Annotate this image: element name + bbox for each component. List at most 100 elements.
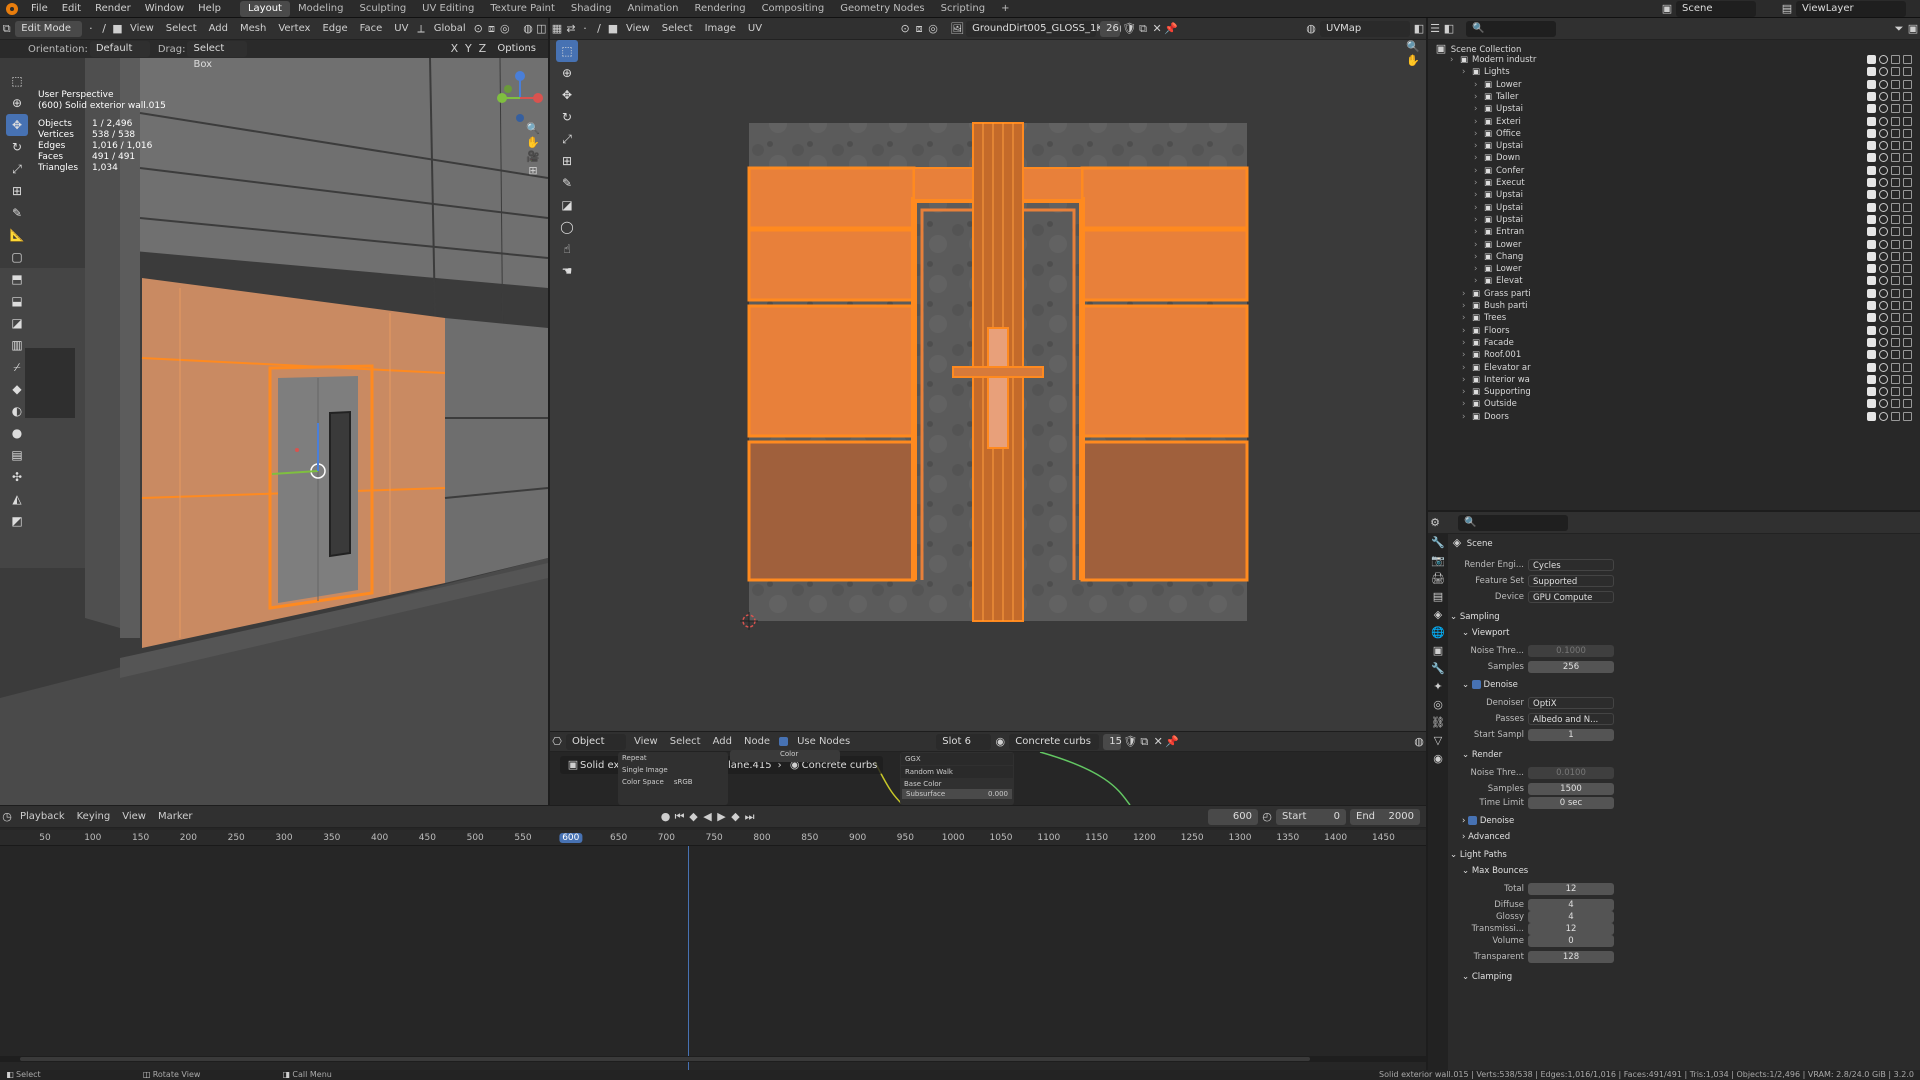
- render-camera-icon[interactable]: [1903, 301, 1912, 310]
- visibility-eye-icon[interactable]: [1879, 116, 1888, 126]
- outliner[interactable]: ☰ ◧ 🔍 ⏷ ▣ ▣ Scene Collection › ▣ Modern in…: [1428, 18, 1920, 510]
- shrink-fatten-tool[interactable]: ✣: [6, 466, 28, 488]
- exclude-checkbox[interactable]: [1867, 214, 1876, 224]
- render-samples-field[interactable]: 1500: [1528, 783, 1614, 795]
- menu-view[interactable]: View: [116, 808, 152, 826]
- exclude-checkbox[interactable]: [1867, 116, 1876, 126]
- viewport-disable-icon[interactable]: [1891, 165, 1900, 175]
- visibility-eye-icon[interactable]: [1879, 301, 1888, 310]
- render-camera-icon[interactable]: [1903, 288, 1912, 298]
- exclude-checkbox[interactable]: [1867, 264, 1876, 274]
- end-frame-field[interactable]: 2000: [1389, 809, 1414, 825]
- visibility-eye-icon[interactable]: [1879, 141, 1888, 151]
- viewport-disable-icon[interactable]: [1891, 362, 1900, 372]
- feature-set-dropdown[interactable]: Supported: [1528, 575, 1614, 587]
- render-camera-icon[interactable]: [1903, 79, 1912, 89]
- outliner-item[interactable]: › ▣ Upstai: [1428, 214, 1920, 226]
- tab-uv-editing[interactable]: UV Editing: [414, 1, 482, 17]
- expand-arrow-icon[interactable]: ›: [1462, 398, 1465, 410]
- expand-arrow-icon[interactable]: ›: [1474, 79, 1477, 91]
- outliner-item[interactable]: › ▣ Grass parti: [1428, 288, 1920, 300]
- visibility-eye-icon[interactable]: [1879, 288, 1888, 298]
- exclude-checkbox[interactable]: [1867, 301, 1876, 310]
- pan-hand-icon[interactable]: ✋: [526, 136, 540, 150]
- add-workspace-button[interactable]: +: [993, 1, 1017, 17]
- expand-arrow-icon[interactable]: ›: [1462, 288, 1465, 300]
- render-camera-icon[interactable]: [1903, 141, 1912, 151]
- outliner-item[interactable]: › ▣ Floors: [1428, 325, 1920, 337]
- visibility-eye-icon[interactable]: [1879, 153, 1888, 163]
- time-limit-field[interactable]: 0 sec: [1528, 797, 1614, 809]
- measure-tool[interactable]: 📐: [6, 224, 28, 246]
- data-tab-icon[interactable]: ▽: [1431, 734, 1445, 748]
- viewport-disable-icon[interactable]: [1891, 387, 1900, 397]
- principled-bsdf-node[interactable]: GGX Random Walk Base Color Subsurface 0.…: [900, 752, 1014, 805]
- viewport-disable-icon[interactable]: [1891, 239, 1900, 249]
- blender-logo-icon[interactable]: [6, 2, 18, 15]
- pin-icon[interactable]: 📌: [1165, 735, 1179, 749]
- render-camera-icon[interactable]: [1903, 153, 1912, 163]
- visibility-eye-icon[interactable]: [1879, 190, 1888, 200]
- render-camera-icon[interactable]: [1903, 387, 1912, 397]
- viewport-disable-icon[interactable]: [1891, 153, 1900, 163]
- tab-animation[interactable]: Animation: [620, 1, 687, 17]
- render-camera-icon[interactable]: [1903, 325, 1912, 335]
- exclude-checkbox[interactable]: [1867, 178, 1876, 187]
- viewport-disable-icon[interactable]: [1891, 104, 1900, 114]
- expand-arrow-icon[interactable]: ›: [1474, 103, 1477, 115]
- render-camera-icon[interactable]: [1903, 128, 1912, 138]
- node-subsurface-method[interactable]: Random Walk: [901, 766, 1013, 778]
- light-paths-panel-header[interactable]: ⌄ Light Paths: [1450, 848, 1620, 862]
- current-frame-field[interactable]: 600: [1208, 808, 1258, 825]
- grid-icon[interactable]: ⊞: [526, 164, 540, 178]
- tab-rendering[interactable]: Rendering: [686, 1, 753, 17]
- menu-mesh[interactable]: Mesh: [234, 20, 272, 38]
- render-camera-icon[interactable]: [1903, 264, 1912, 274]
- render-camera-icon[interactable]: [1903, 276, 1912, 286]
- expand-arrow-icon[interactable]: ›: [1474, 177, 1477, 189]
- orientation-selector[interactable]: Default: [89, 41, 150, 57]
- menu-window[interactable]: Window: [138, 0, 191, 18]
- render-denoise-checkbox[interactable]: [1468, 816, 1478, 825]
- shear-tool[interactable]: ◭: [6, 488, 28, 510]
- exclude-checkbox[interactable]: [1867, 91, 1876, 101]
- exclude-checkbox[interactable]: [1867, 153, 1876, 163]
- exclude-checkbox[interactable]: [1867, 313, 1876, 323]
- visibility-eye-icon[interactable]: [1879, 178, 1888, 187]
- editor-type-icon[interactable]: ☰: [1428, 22, 1442, 36]
- visibility-eye-icon[interactable]: [1879, 227, 1888, 237]
- visibility-eye-icon[interactable]: [1879, 55, 1888, 64]
- viewport-disable-icon[interactable]: [1891, 79, 1900, 89]
- scene-selector[interactable]: Scene: [1676, 1, 1756, 17]
- viewport-disable-icon[interactable]: [1891, 337, 1900, 347]
- scene-tab-icon[interactable]: ◈: [1431, 608, 1445, 622]
- outliner-item[interactable]: › ▣ Lights: [1428, 66, 1920, 78]
- 3d-viewport[interactable]: ⧉ Edit Mode · / ■ View Select Add Mesh V…: [0, 18, 548, 805]
- viewport-disable-icon[interactable]: [1891, 411, 1900, 421]
- fake-user-icon[interactable]: 🛡: [1123, 735, 1137, 749]
- select-box-tool[interactable]: ⬚: [6, 70, 28, 92]
- exclude-checkbox[interactable]: [1867, 350, 1876, 360]
- expand-arrow-icon[interactable]: ›: [1462, 362, 1465, 374]
- visibility-eye-icon[interactable]: [1879, 411, 1888, 421]
- next-keyframe-icon[interactable]: ◆: [729, 810, 743, 824]
- outliner-item[interactable]: › ▣ Upstai: [1428, 202, 1920, 214]
- uv-editor[interactable]: ▦ ⇄ · / ■ View Select Image UV ⊙ ⧈ ◎ 🖼 G…: [550, 18, 1426, 731]
- expand-arrow-icon[interactable]: ›: [1462, 300, 1465, 312]
- editor-type-icon[interactable]: ⚙: [1428, 516, 1442, 530]
- viewport-denoise-header[interactable]: ⌄ Denoise: [1462, 678, 1632, 692]
- outliner-item[interactable]: › ▣ Trees: [1428, 312, 1920, 324]
- viewport-disable-icon[interactable]: [1891, 313, 1900, 323]
- viewport-disable-icon[interactable]: [1891, 251, 1900, 261]
- exclude-checkbox[interactable]: [1867, 190, 1876, 200]
- viewport-disable-icon[interactable]: [1891, 55, 1900, 64]
- outliner-item[interactable]: › ▣ Supporting: [1428, 386, 1920, 398]
- material-selector[interactable]: Concrete curbs: [1009, 733, 1100, 750]
- render-camera-icon[interactable]: [1903, 67, 1912, 77]
- exclude-checkbox[interactable]: [1867, 399, 1876, 409]
- menu-uv[interactable]: UV: [388, 20, 414, 38]
- visibility-eye-icon[interactable]: [1879, 264, 1888, 274]
- expand-arrow-icon[interactable]: ›: [1462, 349, 1465, 361]
- outliner-item[interactable]: › ▣ Interior wa: [1428, 374, 1920, 386]
- outliner-item[interactable]: › ▣ Exteri: [1428, 116, 1920, 128]
